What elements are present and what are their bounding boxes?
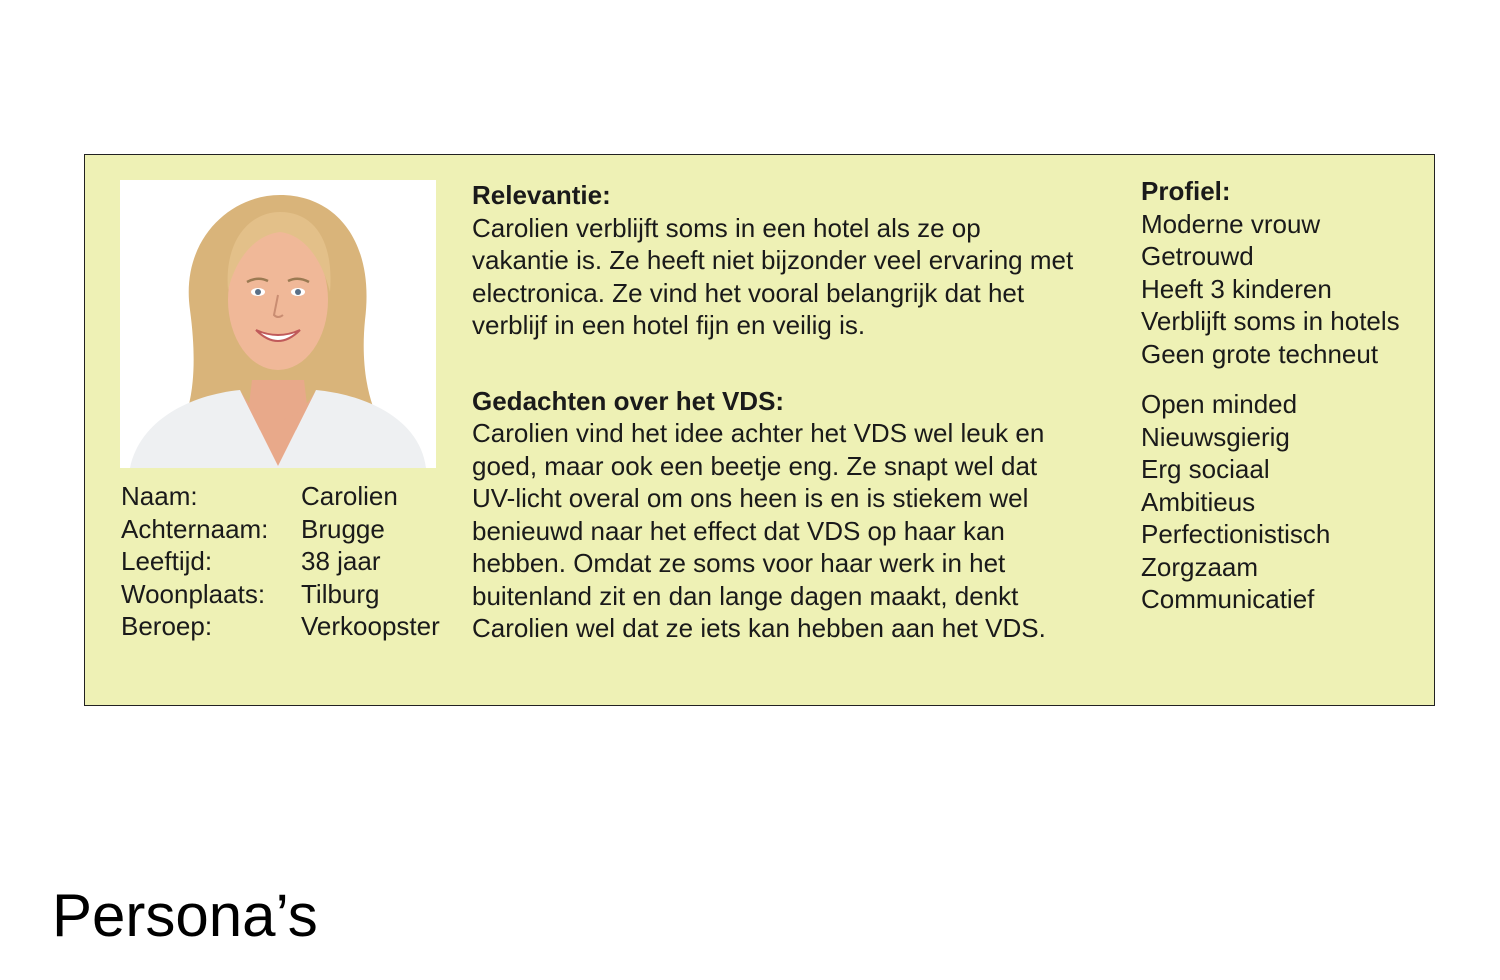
profile-item: Moderne vrouw — [1141, 208, 1321, 239]
thoughts-section: Gedachten over het VDS: Carolien vind he… — [472, 385, 1082, 645]
persona-description: Relevantie: Carolien verblijft soms in e… — [472, 179, 1082, 645]
profile-spacer — [1141, 370, 1431, 388]
detail-row-surname: Achternaam: Brugge — [121, 513, 440, 546]
profile-trait: Communicatief — [1141, 584, 1315, 614]
profile-item: Verblijft soms in hotels — [1141, 306, 1400, 336]
relevance-heading: Relevantie: — [472, 180, 611, 210]
relevance-section: Relevantie: Carolien verblijft soms in e… — [472, 179, 1082, 342]
profile-trait: Perfectionistisch — [1141, 519, 1331, 549]
detail-value: Tilburg — [301, 578, 380, 609]
profile-item: Geen grote techneut — [1141, 338, 1379, 369]
detail-label: Achternaam: — [121, 513, 269, 544]
detail-row-residence: Woonplaats: Tilburg — [121, 578, 440, 611]
detail-label: Leeftijd: — [121, 546, 213, 576]
detail-value: 38 jaar — [301, 546, 381, 576]
detail-label: Woonplaats: — [121, 578, 266, 609]
detail-value: Carolien — [301, 481, 398, 511]
detail-label: Beroep: — [121, 611, 213, 641]
portrait-photo — [120, 180, 436, 468]
profile-item: Getrouwd — [1141, 241, 1254, 271]
persona-card: Naam: Carolien Achternaam: Brugge Leefti… — [84, 154, 1435, 706]
thoughts-heading: Gedachten over het VDS: — [472, 385, 785, 416]
detail-row-age: Leeftijd: 38 jaar — [121, 545, 440, 578]
profile-trait: Ambitieus — [1141, 486, 1256, 517]
profile-trait: Open minded — [1141, 389, 1298, 419]
relevance-text: Carolien verblijft soms in een hotel als… — [472, 212, 1074, 341]
detail-row-profession: Beroep: Verkoopster — [121, 610, 440, 643]
profile-trait: Erg sociaal — [1141, 454, 1270, 484]
profile-section: Profiel: Moderne vrouw Getrouwd Heeft 3 … — [1141, 175, 1431, 616]
detail-row-name: Naam: Carolien — [121, 480, 440, 513]
profile-trait: Zorgzaam — [1141, 551, 1259, 582]
thoughts-text: Carolien vind het idee achter het VDS we… — [472, 418, 1046, 643]
persona-details: Naam: Carolien Achternaam: Brugge Leefti… — [121, 480, 440, 643]
detail-value: Verkoopster — [301, 611, 440, 641]
profile-item: Heeft 3 kinderen — [1141, 273, 1332, 304]
detail-value: Brugge — [301, 513, 385, 544]
detail-label: Naam: — [121, 481, 198, 511]
portrait-icon — [120, 180, 436, 468]
slide-title: Persona’s — [52, 882, 318, 949]
profile-trait: Nieuwsgierig — [1141, 421, 1290, 452]
profile-heading: Profiel: — [1141, 176, 1231, 206]
